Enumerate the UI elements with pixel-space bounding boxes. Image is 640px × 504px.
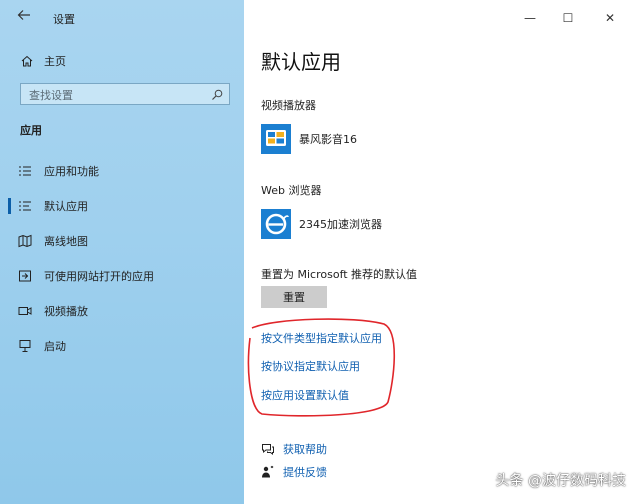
sidebar: 设置 主页 应用 应用和功能 默认应用 (0, 0, 244, 504)
feedback-label: 提供反馈 (283, 466, 327, 479)
get-help-label: 获取帮助 (283, 443, 327, 456)
list-icon (18, 164, 32, 178)
web-browser-app-name: 2345加速浏览器 (299, 218, 382, 231)
minimize-icon[interactable]: — (520, 8, 540, 28)
content-pane: — ☐ ✕ 默认应用 视频播放器 暴风影音16 Web 浏览器 2345加速浏览… (244, 0, 640, 504)
list-icon (18, 199, 32, 213)
search-icon[interactable] (210, 87, 224, 101)
video-player-app-name: 暴风影音16 (299, 133, 357, 146)
sidebar-item-label: 启动 (44, 340, 66, 353)
section-label-apps: 应用 (20, 124, 42, 137)
map-icon (18, 234, 32, 248)
settings-window: 设置 主页 应用 应用和功能 默认应用 (0, 0, 640, 504)
help-chat-icon (261, 442, 275, 456)
annotation-circle (247, 318, 396, 417)
storm-player-app-icon (261, 124, 291, 154)
titlebar: 设置 (0, 0, 244, 36)
sidebar-item-label: 默认应用 (44, 200, 88, 213)
web-browser-app[interactable]: 2345加速浏览器 (261, 208, 382, 240)
page-title: 默认应用 (261, 50, 341, 74)
sidebar-item-label: 应用和功能 (44, 165, 99, 178)
sidebar-item-startup[interactable]: 启动 (0, 334, 244, 358)
sidebar-item-label: 离线地图 (44, 235, 88, 248)
home-nav[interactable]: 主页 (20, 52, 66, 70)
window-controls: — ☐ ✕ (520, 0, 640, 36)
video-player-heading: 视频播放器 (261, 99, 316, 112)
close-icon[interactable]: ✕ (600, 8, 620, 28)
sidebar-item-label: 视频播放 (44, 305, 88, 318)
sidebar-item-label: 可使用网站打开的应用 (44, 270, 154, 283)
sidebar-item-offline-maps[interactable]: 离线地图 (0, 229, 244, 253)
feedback-person-icon (261, 465, 275, 479)
open-in-icon (18, 269, 32, 283)
sidebar-item-video-playback[interactable]: 视频播放 (0, 299, 244, 323)
reset-button[interactable]: 重置 (261, 286, 327, 308)
feedback-link[interactable]: 提供反馈 (261, 463, 327, 481)
video-player-app[interactable]: 暴风影音16 (261, 123, 357, 155)
sidebar-item-apps-features[interactable]: 应用和功能 (0, 159, 244, 183)
maximize-icon[interactable]: ☐ (558, 8, 578, 28)
search-box[interactable] (20, 83, 230, 105)
app-title: 设置 (53, 13, 75, 26)
sidebar-item-default-apps[interactable]: 默认应用 (0, 194, 244, 218)
web-browser-heading: Web 浏览器 (261, 184, 322, 197)
home-label: 主页 (44, 55, 66, 68)
watermark: 头条 @波仔数码科技 (495, 473, 626, 489)
sidebar-item-website-apps[interactable]: 可使用网站打开的应用 (0, 264, 244, 288)
video-icon (18, 304, 32, 318)
get-help-link[interactable]: 获取帮助 (261, 440, 327, 458)
browser-app-icon (261, 209, 291, 239)
reset-heading: 重置为 Microsoft 推荐的默认值 (261, 268, 418, 281)
startup-icon (18, 339, 32, 353)
back-arrow-icon[interactable] (12, 8, 36, 28)
home-icon (20, 54, 34, 68)
search-input[interactable] (27, 87, 211, 103)
